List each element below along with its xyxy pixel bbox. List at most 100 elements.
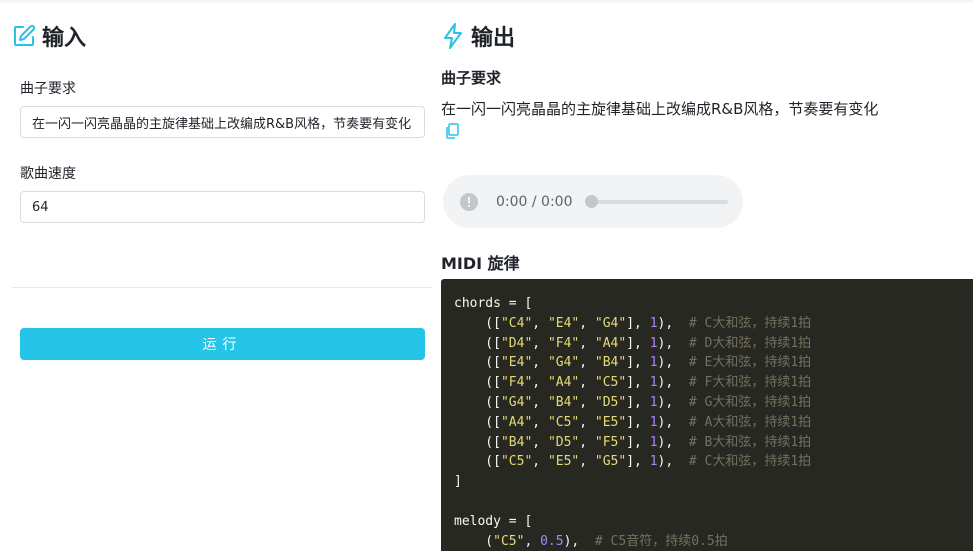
code-number: 1 <box>649 454 658 470</box>
code-punc: ([ <box>454 414 501 430</box>
code-text: melody = [ <box>454 513 533 529</box>
code-punc: ), <box>657 414 689 430</box>
code-comment: # C大和弦，持续1拍 <box>688 315 812 331</box>
code-comment: # C5音符，持续0.5拍 <box>594 533 728 549</box>
code-string: "A4" <box>594 335 627 351</box>
copy-icon[interactable] <box>445 123 459 139</box>
code-punc: ], <box>626 375 650 391</box>
code-string: "C5" <box>547 414 580 430</box>
code-punc: , <box>532 375 548 391</box>
code-punc: ], <box>626 335 650 351</box>
audio-progress-track[interactable] <box>584 194 728 208</box>
code-punc: , <box>532 394 548 410</box>
code-number: 0.5 <box>540 533 564 549</box>
requirement-input[interactable] <box>20 106 425 138</box>
code-string: "B4" <box>500 434 533 450</box>
output-requirement-label: 曲子要求 <box>441 69 502 87</box>
code-punc: ), <box>657 375 689 391</box>
code-comment: # A大和弦，持续1拍 <box>688 414 812 430</box>
code-number: 1 <box>649 375 658 391</box>
code-number: 1 <box>649 315 658 331</box>
code-punc: ([ <box>454 394 501 410</box>
code-number: 1 <box>649 335 658 351</box>
midi-label: MIDI 旋律 <box>441 254 520 273</box>
code-punc: ), <box>657 394 689 410</box>
run-button[interactable]: 运行 <box>20 328 425 360</box>
code-string: "G5" <box>594 454 627 470</box>
code-string: "C5" <box>594 375 627 391</box>
input-panel-title: 输入 <box>12 20 86 52</box>
input-panel: 输入 曲子要求 歌曲速度 运行 <box>12 0 432 551</box>
code-number: 1 <box>649 394 658 410</box>
code-string: "C5" <box>500 454 533 470</box>
output-title-text: 输出 <box>471 26 516 51</box>
code-text: chords = [ <box>454 296 533 311</box>
code-string: "A4" <box>547 375 580 391</box>
audio-time: 0:00 / 0:00 <box>496 193 573 210</box>
code-punc: ([ <box>454 454 501 470</box>
code-punc: ( <box>454 533 494 549</box>
code-punc: ([ <box>454 434 501 450</box>
code-string: "G4" <box>547 355 580 371</box>
code-punc: , <box>579 454 595 470</box>
code-punc: ([ <box>454 335 501 351</box>
code-line-chord: (["C5", "E5", "G5"], 1), # C大和弦，持续1拍 <box>454 452 960 472</box>
code-number: 1 <box>649 355 658 371</box>
code-punc: , <box>532 454 548 470</box>
audio-progress-knob[interactable] <box>584 194 598 208</box>
output-requirement-text: 在一闪一闪亮晶晶的主旋律基础上改编成R&B风格，节奏要有变化 <box>441 100 879 118</box>
code-string: "B4" <box>547 394 580 410</box>
code-comment: # C大和弦，持续1拍 <box>688 454 812 470</box>
code-punc: ), <box>657 355 689 371</box>
divider <box>12 287 432 288</box>
code-string: "D4" <box>500 335 533 351</box>
code-punc: ], <box>626 414 650 430</box>
code-punc: ), <box>657 454 689 470</box>
code-punc: ([ <box>454 355 501 371</box>
code-string: "F4" <box>500 375 533 391</box>
code-string: "D5" <box>547 434 580 450</box>
code-line-chord: (["B4", "D5", "F5"], 1), # B大和弦，持续1拍 <box>454 433 960 453</box>
code-line-chord: (["F4", "A4", "C5"], 1), # F大和弦，持续1拍 <box>454 373 960 393</box>
code-string: "G4" <box>500 394 533 410</box>
code-line-chord: (["G4", "B4", "D5"], 1), # G大和弦，持续1拍 <box>454 393 960 413</box>
code-punc: , <box>532 315 548 331</box>
code-punc: ), <box>657 335 689 351</box>
code-punc: , <box>532 414 548 430</box>
code-comment: # B大和弦，持续1拍 <box>688 434 812 450</box>
code-comment: # F大和弦，持续1拍 <box>688 375 812 391</box>
code-punc: , <box>532 434 548 450</box>
code-line-chord: (["E4", "G4", "B4"], 1), # E大和弦，持续1拍 <box>454 353 960 373</box>
code-punc: , <box>524 533 541 549</box>
play-disabled-icon[interactable] <box>460 192 478 211</box>
code-comment: # D大和弦，持续1拍 <box>688 335 812 351</box>
lightning-icon <box>444 23 462 49</box>
code-line-chord: (["D4", "F4", "A4"], 1), # D大和弦，持续1拍 <box>454 334 960 354</box>
code-string: "G4" <box>594 315 627 331</box>
code-string: "E5" <box>594 414 627 430</box>
code-string: "E4" <box>547 315 580 331</box>
code-punc: ], <box>626 434 650 450</box>
code-line-chord: (["C4", "E4", "G4"], 1), # C大和弦，持续1拍 <box>454 314 960 334</box>
audio-player[interactable]: 0:00 / 0:00 <box>443 175 743 228</box>
speed-input[interactable] <box>20 191 425 223</box>
code-string: "E5" <box>547 454 580 470</box>
code-string: "E4" <box>500 355 533 371</box>
code-punc: , <box>579 355 595 371</box>
input-title-text: 输入 <box>42 26 87 51</box>
code-string: "F5" <box>594 434 627 450</box>
requirement-label: 曲子要求 <box>20 81 76 97</box>
output-panel-title: 输出 <box>441 20 515 52</box>
code-punc: , <box>579 414 595 430</box>
code-line-melody: ("C5", 0.5), # C5音符，持续0.5拍 <box>454 532 960 551</box>
edit-icon <box>14 24 36 46</box>
output-panel: 输出 曲子要求 在一闪一闪亮晶晶的主旋律基础上改编成R&B风格，节奏要有变化 0… <box>441 0 973 551</box>
code-string: "B4" <box>594 355 627 371</box>
code-punc: ], <box>626 355 650 371</box>
code-punc: , <box>579 315 595 331</box>
code-line-chords-close: ] <box>454 472 960 492</box>
code-line-melody-open: melody = [ <box>454 512 960 532</box>
code-punc: , <box>579 335 595 351</box>
code-string: "A4" <box>500 414 533 430</box>
code-string: "F4" <box>547 335 580 351</box>
